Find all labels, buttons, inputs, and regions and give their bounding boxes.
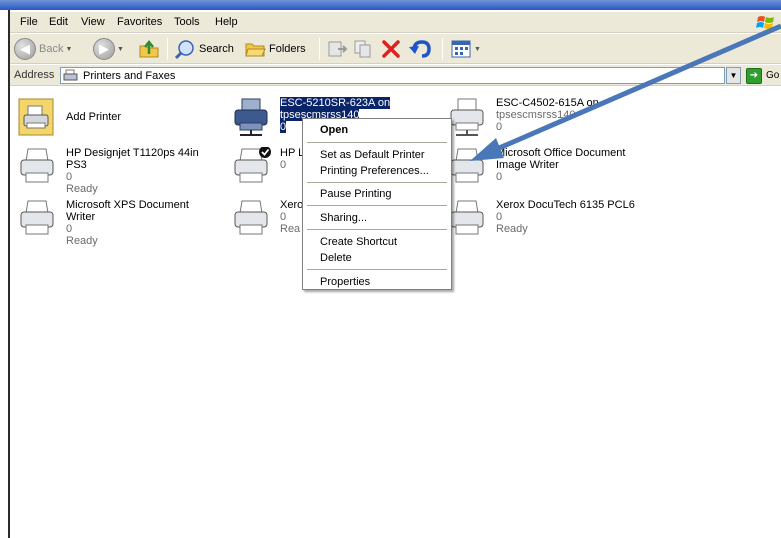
move-to-button[interactable] [326, 38, 348, 60]
context-printing-preferences[interactable]: Printing Preferences... [320, 165, 429, 177]
delete-toolbar-button[interactable] [380, 38, 402, 60]
move-to-icon [328, 41, 348, 57]
context-sharing[interactable]: Sharing... [320, 212, 367, 224]
printer-name: ESC-C4502-615A on [496, 97, 599, 109]
printer-status: Rea [280, 223, 301, 235]
printer-name: Xerox DocuTech 6135 PCL6 [496, 199, 635, 211]
printer-icon [234, 200, 268, 235]
menu-file[interactable]: File [20, 16, 38, 28]
delete-x-icon [382, 40, 400, 58]
printer-job-count: 0 [496, 121, 503, 133]
printer-icon [450, 200, 484, 235]
toolbar-separator [167, 38, 168, 60]
printer-job-count: 0 [280, 121, 287, 133]
printer-name: Microsoft Office Document [496, 147, 626, 159]
default-printer-icon [234, 147, 271, 183]
standard-toolbar: ◀ Back ▼ ▶ ▼ Search Folders ▼ [10, 34, 781, 64]
search-icon [174, 40, 194, 60]
context-delete[interactable]: Delete [320, 252, 352, 264]
up-folder-button[interactable] [138, 38, 160, 60]
forward-dropdown-icon: ▼ [117, 45, 124, 53]
menu-view[interactable]: View [81, 16, 105, 28]
forward-button[interactable]: ▶ ▼ [93, 38, 124, 60]
context-set-default-printer[interactable]: Set as Default Printer [320, 149, 425, 161]
folder-up-icon [139, 39, 159, 58]
menu-separator [307, 142, 447, 143]
undo-arrow-icon [409, 40, 431, 58]
folders-button[interactable]: Folders [244, 38, 306, 60]
printer-job-count: 0 [66, 171, 73, 183]
context-open[interactable]: Open [320, 124, 348, 136]
printer-name: Add Printer [66, 111, 122, 123]
copy-to-icon [354, 40, 371, 58]
printer-add-printer[interactable]: Add Printer [18, 97, 218, 141]
printer-name: HP Designjet T1120ps 44in PS3 [66, 147, 199, 171]
menu-edit[interactable]: Edit [49, 16, 68, 28]
menu-bar: File Edit View Favorites Tools Help [10, 12, 781, 33]
undo-button[interactable] [408, 38, 432, 60]
back-button[interactable]: ◀ Back ▼ [14, 38, 72, 60]
printer-xerox-docutech-6135-pcl6[interactable]: Xerox DocuTech 6135 PCL6 0 Ready [448, 199, 648, 243]
printer-name: HP L [280, 147, 305, 159]
address-bar: Address Printers and Faxes ▼ ➔ Go [10, 65, 781, 86]
printer-server: tpsescmsrss140 [496, 109, 576, 121]
toolbar-separator [442, 38, 443, 60]
printer-esc-c4502-615a[interactable]: ESC-C4502-615A on tpsescmsrss140 0 [448, 97, 648, 141]
printer-icon [20, 200, 54, 235]
printer-status: Ready [66, 235, 98, 247]
menu-separator [307, 205, 447, 206]
network-printer-icon [450, 98, 484, 136]
printer-job-count: 0 [280, 159, 287, 171]
printer-name-line2: Image Writer [496, 159, 559, 171]
menu-tools[interactable]: Tools [174, 16, 200, 28]
toolbar-separator [319, 38, 320, 60]
forward-arrow-icon: ▶ [93, 38, 115, 60]
views-button[interactable]: ▼ [450, 38, 481, 60]
printer-name: ESC-5210SR-623A on [280, 97, 391, 109]
context-create-shortcut[interactable]: Create Shortcut [320, 236, 397, 248]
context-pause-printing[interactable]: Pause Printing [320, 188, 392, 200]
back-arrow-icon: ◀ [14, 38, 36, 60]
printer-microsoft-xps-document-writer[interactable]: Microsoft XPS Document Writer 0 Ready [18, 199, 218, 247]
address-label: Address [14, 69, 55, 81]
printer-context-menu: Open Set as Default Printer Printing Pre… [302, 118, 452, 290]
menu-separator [307, 229, 447, 230]
printer-job-count: 0 [280, 211, 287, 223]
window-title-strip [0, 0, 781, 10]
menu-separator [307, 269, 447, 270]
go-button[interactable]: ➔ Go [746, 67, 779, 84]
windows-logo-icon [756, 16, 774, 29]
network-printer-icon [234, 98, 268, 136]
printer-icon [20, 148, 54, 183]
views-dropdown-icon: ▼ [474, 45, 481, 53]
search-button[interactable]: Search [174, 38, 234, 60]
printer-status: Ready [66, 183, 98, 195]
menu-separator [307, 182, 447, 183]
printer-status: Ready [496, 223, 528, 235]
printer-job-count: 0 [66, 223, 73, 235]
printer-icon [450, 148, 484, 183]
copy-to-button[interactable] [352, 38, 374, 60]
printer-job-count: 0 [496, 211, 503, 223]
add-printer-icon [18, 98, 54, 136]
printer-microsoft-office-document-image-writer[interactable]: Microsoft Office Document Image Writer 0 [448, 147, 648, 191]
printer-name: Xero [280, 199, 304, 211]
go-arrow-icon: ➔ [746, 67, 762, 84]
context-properties[interactable]: Properties [320, 276, 370, 288]
menu-favorites[interactable]: Favorites [117, 16, 162, 28]
views-grid-icon [451, 40, 471, 58]
folders-icon [245, 43, 266, 57]
address-input[interactable]: Printers and Faxes [60, 67, 725, 84]
printer-hp-designjet-t1120ps[interactable]: HP Designjet T1120ps 44in PS3 0 Ready [18, 147, 218, 195]
printer-name: Microsoft XPS Document Writer [66, 199, 189, 223]
printers-folder-icon [63, 69, 78, 80]
printer-job-count: 0 [496, 171, 503, 183]
address-dropdown-button[interactable]: ▼ [726, 67, 741, 84]
menu-help[interactable]: Help [215, 16, 238, 28]
back-dropdown-icon: ▼ [65, 45, 73, 53]
